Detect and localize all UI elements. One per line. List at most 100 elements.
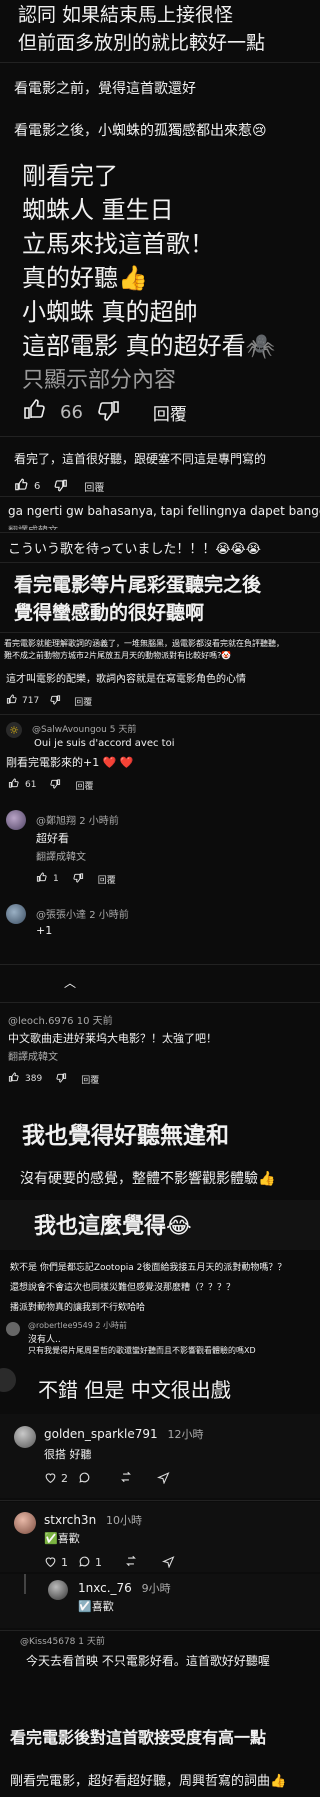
timestamp: 5 天前 bbox=[109, 725, 137, 735]
hide-replies-row[interactable]: ︿ bbox=[0, 966, 320, 1000]
comment-text: 這才叫電影的配樂，歌詞內容就是在寫電影角色的心情 bbox=[6, 674, 246, 685]
avatar[interactable] bbox=[6, 1322, 20, 1336]
comment-text: 看電影之後，小蜘蛛的孤獨感都出來惹😢 bbox=[14, 123, 267, 139]
username[interactable]: @鄭旭翔 bbox=[36, 816, 76, 827]
comment-block-5: こういう歌を待っていました！！！😭😭😭 bbox=[0, 534, 320, 560]
translate-link[interactable]: 翻譯成韓文 bbox=[8, 1048, 58, 1063]
comment-text-large: 小蜘蛛 真的超帥 bbox=[22, 298, 198, 326]
reply-button[interactable]: 回覆 bbox=[81, 1073, 99, 1086]
repost-icon[interactable] bbox=[119, 1470, 133, 1487]
avatar[interactable] bbox=[0, 1368, 16, 1392]
reply-button[interactable]: 回覆 bbox=[84, 479, 104, 494]
comment-block-19: stxrch3n 10小時 ✅喜歡 1 1 bbox=[0, 1502, 320, 1572]
comment-text-large: 真的好聽👍 bbox=[22, 264, 148, 292]
dislike-icon[interactable] bbox=[50, 778, 61, 792]
comment-text-large: 剛看完了 bbox=[22, 162, 118, 190]
divider bbox=[0, 1002, 320, 1003]
avatar[interactable] bbox=[14, 1512, 36, 1534]
comment-actions: 1 1 bbox=[44, 1554, 175, 1571]
comment-block-20: 1nxc._76 9小時 ☑️喜歡 bbox=[0, 1574, 320, 1628]
thread-line bbox=[24, 1574, 26, 1594]
timestamp: 1 天前 bbox=[78, 1637, 105, 1647]
show-partial-link[interactable]: 只顯示部分內容 bbox=[22, 362, 176, 394]
username[interactable]: stxrch3n bbox=[44, 1513, 96, 1527]
heart-icon[interactable] bbox=[44, 1471, 57, 1487]
comment-meta: @Kiss45678 1 天前 bbox=[20, 1634, 105, 1647]
reply-button[interactable]: 回覆 bbox=[74, 695, 92, 708]
comment-text-large: 我也這麼覺得😂 bbox=[34, 1214, 192, 1239]
like-icon[interactable] bbox=[6, 694, 17, 708]
share-icon[interactable] bbox=[156, 1471, 170, 1487]
avatar[interactable]: ☼ bbox=[6, 722, 22, 738]
share-icon[interactable] bbox=[161, 1555, 175, 1571]
comment-text-large: 不錯 但是 中文很出戲 bbox=[38, 1378, 231, 1402]
username[interactable]: @張張小達 bbox=[36, 910, 86, 921]
dislike-icon[interactable] bbox=[54, 478, 68, 495]
comment-meta: @leoch.6976 10 天前 bbox=[8, 1012, 113, 1027]
reply-count: 1 bbox=[95, 1556, 102, 1569]
like-group[interactable]: 1 bbox=[44, 1555, 68, 1571]
comment-block-9: @鄭旭翔 2 小時前 超好看 翻譯成韓文 1 回覆 bbox=[0, 806, 320, 892]
comment-block-11: @leoch.6976 10 天前 中文歌曲走进好莱坞大电影？！太強了吧！ 翻譯… bbox=[0, 1004, 320, 1100]
username[interactable]: @Kiss45678 bbox=[20, 1637, 75, 1647]
like-icon[interactable] bbox=[8, 778, 19, 792]
comment-bubble-icon[interactable] bbox=[78, 1471, 91, 1487]
avatar[interactable] bbox=[14, 1426, 36, 1448]
comment-text: 沒有人.. bbox=[28, 1335, 61, 1345]
comment-block-16: @robertlee9549 2 小時前 沒有人.. 只有我覺得片尾周星哲的歌還… bbox=[0, 1320, 320, 1358]
comment-actions: 389 回覆 bbox=[8, 1072, 99, 1086]
comment-text: ☑️喜歡 bbox=[78, 1600, 114, 1613]
comment-text: 還想說會不會這次也同樣災難但感覺沒那麼糟（？？？？ bbox=[10, 1283, 236, 1293]
comment-text: 只有我覺得片尾周星哲的歌還蠻好聽而且不影響觀看體驗的嗎XD bbox=[28, 1346, 256, 1355]
reply-group[interactable]: 1 bbox=[78, 1555, 102, 1571]
timestamp: 9小時 bbox=[141, 1582, 171, 1595]
username[interactable]: @leoch.6976 bbox=[8, 1016, 74, 1027]
timestamp: 2 小時前 bbox=[89, 910, 129, 921]
username[interactable]: @SalwAvoungou bbox=[32, 725, 107, 735]
like-group[interactable]: 2 bbox=[44, 1471, 68, 1487]
reply-button[interactable]: 回覆 bbox=[98, 873, 116, 886]
dislike-icon[interactable] bbox=[73, 872, 84, 886]
like-icon[interactable] bbox=[36, 872, 47, 886]
comment-text: 覺得蠻感動的很好聽啊 bbox=[14, 602, 205, 624]
comment-block-18: golden_sparkle791 12小時 很搭 好聽 2 bbox=[0, 1414, 320, 1498]
translate-link[interactable]: 翻譯成韓文 bbox=[8, 522, 58, 530]
divider bbox=[0, 964, 320, 965]
dislike-icon[interactable] bbox=[56, 1072, 67, 1086]
repost-icon[interactable] bbox=[124, 1554, 138, 1571]
avatar[interactable] bbox=[48, 1580, 68, 1600]
avatar[interactable] bbox=[6, 810, 26, 830]
heart-icon[interactable] bbox=[44, 1555, 57, 1571]
like-count: 6 bbox=[34, 481, 41, 492]
like-count: 61 bbox=[25, 780, 37, 790]
reply-button[interactable]: 回覆 bbox=[75, 779, 93, 792]
like-icon[interactable] bbox=[14, 478, 28, 495]
chevron-up-icon[interactable]: ︿ bbox=[64, 974, 76, 991]
dislike-icon[interactable] bbox=[97, 398, 121, 426]
like-icon[interactable] bbox=[22, 398, 46, 426]
comment-block-2: 看電影之前，覺得這首歌還好 看電影之後，小蜘蛛的孤獨感都出來惹😢 剛看完了 蜘蛛… bbox=[0, 66, 320, 426]
username[interactable]: 1nxc._76 bbox=[78, 1581, 132, 1595]
translate-link[interactable]: 翻譯成韓文 bbox=[36, 848, 86, 863]
comment-text-large: 這部電影 真的超好看🕷️ bbox=[22, 332, 276, 360]
comment-text-large: 立馬來找這首歌！ bbox=[22, 230, 214, 258]
comment-text: 沒有硬要的感覺，整體不影響觀影體驗👍 bbox=[20, 1171, 276, 1187]
divider bbox=[0, 62, 320, 63]
comment-block-14: 我也這麼覺得😂 bbox=[0, 1200, 320, 1250]
divider bbox=[0, 632, 320, 633]
username[interactable]: @robertlee9549 bbox=[28, 1321, 93, 1330]
like-icon[interactable] bbox=[8, 1072, 19, 1086]
comment-text: 播派對動物真的讓我到不行欸哈哈 bbox=[10, 1303, 146, 1313]
username[interactable]: golden_sparkle791 bbox=[44, 1427, 158, 1441]
comment-meta: @robertlee9549 2 小時前 bbox=[28, 1320, 127, 1331]
reply-button[interactable]: 回覆 bbox=[153, 400, 187, 425]
comment-text: 中文歌曲走进好莱坞大电影？！太強了吧！ bbox=[8, 1032, 217, 1045]
comment-block-8: ☼ @SalwAvoungou 5 天前 Oui je suis d'accor… bbox=[0, 716, 320, 794]
comment-text-large: 我也覺得好聽無違和 bbox=[22, 1123, 229, 1149]
comment-text: 看完電影就能理解歌詞的涵義了，一堆無腦黑，過電影都沒看完就在負評聽聽， bbox=[4, 639, 284, 648]
comment-text: こういう歌を待っていました！！！😭😭😭 bbox=[8, 542, 261, 557]
divider bbox=[0, 714, 320, 715]
dislike-icon[interactable] bbox=[50, 694, 61, 708]
avatar[interactable] bbox=[6, 904, 26, 924]
comment-bubble-icon[interactable] bbox=[78, 1555, 91, 1571]
